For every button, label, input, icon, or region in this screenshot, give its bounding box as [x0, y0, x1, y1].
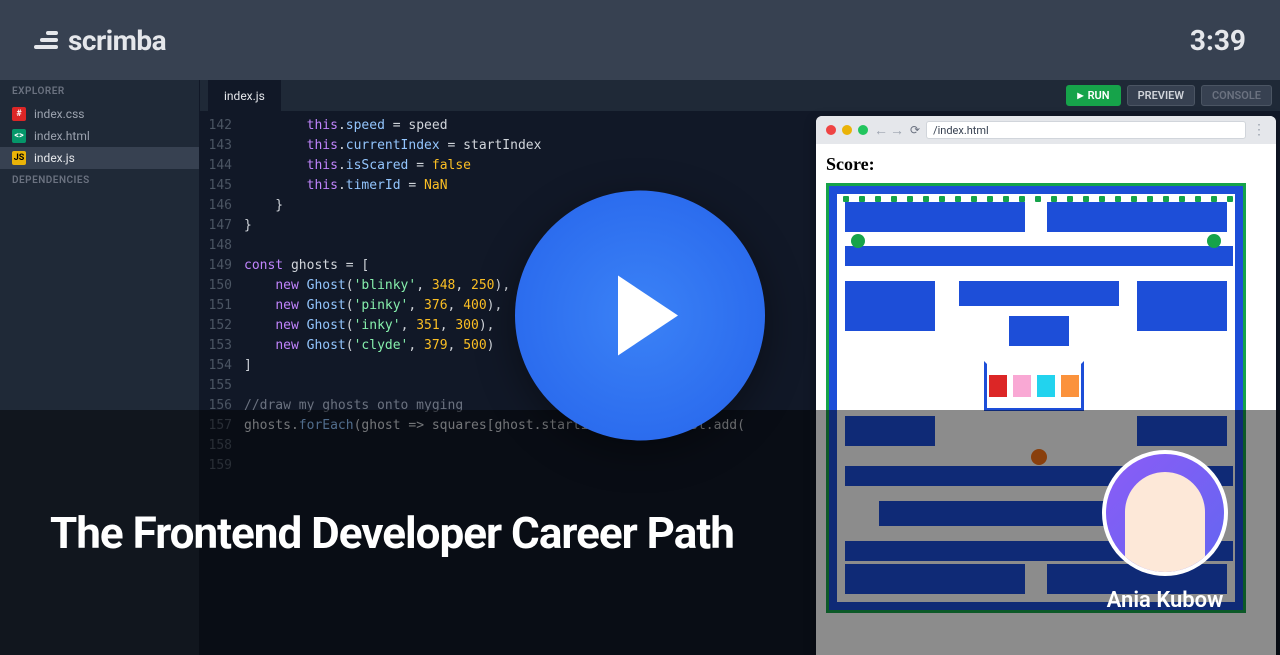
- line-content: new Ghost('blinky', 348, 250),: [244, 276, 510, 296]
- editor-tabs: index.js RUN PREVIEW CONSOLE: [200, 80, 1280, 112]
- line-number: 151: [200, 296, 244, 316]
- ghost-lair: [984, 361, 1084, 411]
- minimize-icon[interactable]: [842, 125, 852, 135]
- file-tab-indexjs[interactable]: index.js: [208, 80, 281, 111]
- ghost-inky: [1037, 375, 1055, 397]
- course-info-overlay: The Frontend Developer Career Path Ania …: [0, 410, 1280, 655]
- traffic-lights: [826, 125, 868, 135]
- line-content: const ghosts = [: [244, 256, 369, 276]
- code-line[interactable]: 142 this.speed = speed: [200, 116, 812, 136]
- logo-text: scrimba: [68, 24, 166, 57]
- power-pellet: [851, 234, 865, 248]
- file-item-index-css[interactable]: # index.css: [0, 103, 199, 125]
- line-number: 142: [200, 116, 244, 136]
- pellet-row: [843, 196, 1233, 202]
- ghost-blinky: [989, 375, 1007, 397]
- line-content: this.timerId = NaN: [244, 176, 448, 196]
- logo[interactable]: scrimba: [34, 24, 166, 57]
- line-number: 149: [200, 256, 244, 276]
- file-item-index-html[interactable]: <> index.html: [0, 125, 199, 147]
- preview-button[interactable]: PREVIEW: [1127, 85, 1195, 106]
- line-number: 144: [200, 156, 244, 176]
- line-number: 152: [200, 316, 244, 336]
- nav-arrows: ← →: [874, 122, 904, 139]
- url-bar[interactable]: /index.html: [926, 121, 1246, 139]
- file-item-index-js[interactable]: JS index.js: [0, 147, 199, 169]
- line-content: this.isScared = false: [244, 156, 471, 176]
- maximize-icon[interactable]: [858, 125, 868, 135]
- js-file-icon: JS: [12, 151, 26, 165]
- kebab-menu-icon[interactable]: ⋮: [1252, 122, 1266, 138]
- code-line[interactable]: 143 this.currentIndex = startIndex: [200, 136, 812, 156]
- dependencies-header: DEPENDENCIES: [0, 169, 199, 192]
- back-icon[interactable]: ←: [874, 122, 888, 139]
- line-number: 155: [200, 376, 244, 396]
- line-number: 153: [200, 336, 244, 356]
- power-pellet: [1207, 234, 1221, 248]
- run-button[interactable]: RUN: [1066, 85, 1120, 106]
- line-content: new Ghost('inky', 351, 300),: [244, 316, 495, 336]
- line-content: }: [244, 216, 252, 236]
- line-content: new Ghost('clyde', 379, 500): [244, 336, 495, 356]
- line-content: this.currentIndex = startIndex: [244, 136, 541, 156]
- file-name: index.html: [34, 129, 90, 143]
- play-icon: [618, 275, 678, 355]
- line-content: ]: [244, 356, 252, 376]
- line-number: 154: [200, 356, 244, 376]
- course-title: The Frontend Developer Career Path: [50, 507, 734, 559]
- line-number: 143: [200, 136, 244, 156]
- line-number: 145: [200, 176, 244, 196]
- ghost-pinky: [1013, 375, 1031, 397]
- line-number: 146: [200, 196, 244, 216]
- code-line[interactable]: 146 }: [200, 196, 812, 216]
- file-name: index.css: [34, 107, 84, 121]
- instructor-block: Ania Kubow: [1102, 450, 1228, 613]
- explorer-header: EXPLORER: [0, 80, 199, 103]
- browser-bar: ← → ⟳ /index.html ⋮: [816, 116, 1276, 144]
- line-number: 148: [200, 236, 244, 256]
- forward-icon[interactable]: →: [890, 122, 904, 139]
- line-content: new Ghost('pinky', 376, 400),: [244, 296, 502, 316]
- reload-icon[interactable]: ⟳: [910, 123, 920, 137]
- file-name: index.js: [34, 151, 75, 165]
- line-number: 147: [200, 216, 244, 236]
- lesson-timer: 3:39: [1190, 24, 1246, 57]
- ghost-clyde: [1061, 375, 1079, 397]
- code-line[interactable]: 145 this.timerId = NaN: [200, 176, 812, 196]
- close-icon[interactable]: [826, 125, 836, 135]
- line-number: 150: [200, 276, 244, 296]
- code-line[interactable]: 144 this.isScared = false: [200, 156, 812, 176]
- logo-icon: [34, 31, 58, 49]
- html-file-icon: <>: [12, 129, 26, 143]
- play-button[interactable]: [515, 190, 765, 440]
- app-header: scrimba 3:39: [0, 0, 1280, 80]
- instructor-name: Ania Kubow: [1107, 588, 1224, 613]
- score-label: Score:: [826, 154, 1266, 175]
- line-content: this.speed = speed: [244, 116, 448, 136]
- line-content: }: [244, 196, 283, 216]
- css-file-icon: #: [12, 107, 26, 121]
- console-button[interactable]: CONSOLE: [1201, 85, 1272, 106]
- instructor-avatar[interactable]: [1102, 450, 1228, 576]
